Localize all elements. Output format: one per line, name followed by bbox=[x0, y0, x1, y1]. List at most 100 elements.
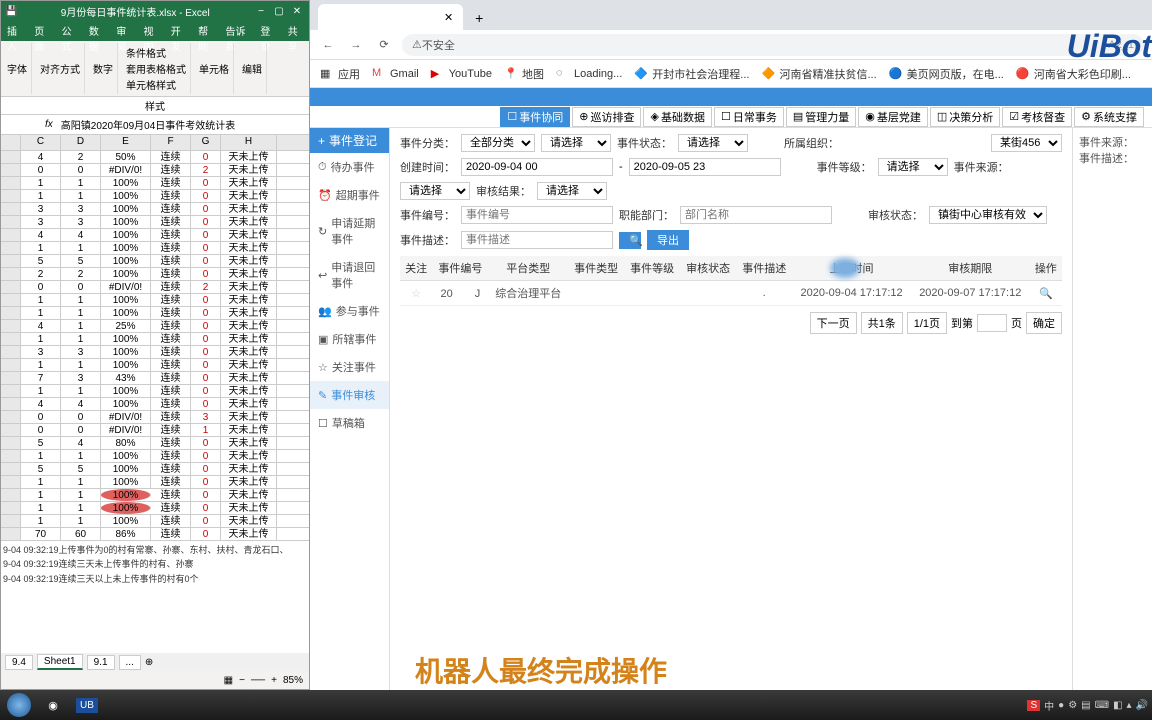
cell[interactable]: 100% bbox=[101, 502, 151, 514]
cell[interactable] bbox=[1, 515, 21, 527]
cell[interactable]: #DIV/0! bbox=[101, 424, 151, 436]
cell[interactable]: 天未上传 bbox=[221, 242, 277, 254]
star-icon[interactable]: ☆ bbox=[411, 288, 421, 300]
cell[interactable] bbox=[1, 177, 21, 189]
cell[interactable] bbox=[1, 424, 21, 436]
th-deadline[interactable]: 审核期限 bbox=[911, 256, 1030, 281]
cond-fmt[interactable]: 条件格式 bbox=[126, 45, 186, 60]
bookmark-map[interactable]: 📍地图 bbox=[504, 66, 544, 82]
col-header[interactable]: C bbox=[21, 135, 61, 150]
cell[interactable]: 连续 bbox=[151, 463, 191, 475]
cell[interactable]: 天未上传 bbox=[221, 190, 277, 202]
cell[interactable]: 0 bbox=[191, 242, 221, 254]
cell[interactable] bbox=[1, 216, 21, 228]
cell[interactable]: 3 bbox=[21, 203, 61, 215]
cell[interactable] bbox=[1, 398, 21, 410]
cell[interactable]: 1 bbox=[21, 502, 61, 514]
excel-row[interactable]: 11100%连续0天未上传 bbox=[1, 476, 309, 489]
sidebar-involved[interactable]: 👥参与事件 bbox=[310, 297, 389, 325]
cell[interactable]: 60 bbox=[61, 528, 101, 540]
cell[interactable]: 连续 bbox=[151, 164, 191, 176]
cell[interactable]: 0 bbox=[191, 463, 221, 475]
cell[interactable] bbox=[1, 242, 21, 254]
cell[interactable]: 0 bbox=[191, 320, 221, 332]
cell[interactable]: 连续 bbox=[151, 177, 191, 189]
cell[interactable]: 4 bbox=[61, 229, 101, 241]
audit-status-select[interactable]: 镇街中心审核有效 bbox=[929, 206, 1047, 224]
zoom-slider[interactable]: ── bbox=[251, 675, 265, 686]
cell[interactable]: 连续 bbox=[151, 203, 191, 215]
cell[interactable]: 1 bbox=[21, 190, 61, 202]
dept-input[interactable] bbox=[680, 206, 832, 224]
cell[interactable]: 0 bbox=[191, 476, 221, 488]
cell[interactable]: 天未上传 bbox=[221, 294, 277, 306]
tab-formulas[interactable]: 公式 bbox=[56, 21, 83, 41]
cell[interactable]: 100% bbox=[101, 229, 151, 241]
cell[interactable]: 连续 bbox=[151, 424, 191, 436]
cell[interactable]: 天未上传 bbox=[221, 528, 277, 540]
cell[interactable] bbox=[1, 411, 21, 423]
confirm-button[interactable]: 确定 bbox=[1026, 312, 1062, 334]
excel-row[interactable]: 11100%连续0天未上传 bbox=[1, 177, 309, 190]
cell[interactable]: 0 bbox=[21, 281, 61, 293]
bookmark-item[interactable]: 🔶河南省精准扶贫信... bbox=[761, 66, 876, 82]
nav-basic-data[interactable]: ◈基础数据 bbox=[643, 107, 711, 127]
tab-help[interactable]: 帮助 bbox=[192, 21, 219, 41]
cell[interactable]: 1 bbox=[21, 177, 61, 189]
fx-icon[interactable]: fx bbox=[41, 119, 57, 130]
tray-icon[interactable]: ◧ bbox=[1113, 700, 1122, 711]
cell[interactable]: 43% bbox=[101, 372, 151, 384]
cell[interactable]: 天未上传 bbox=[221, 333, 277, 345]
cell[interactable]: 0 bbox=[61, 411, 101, 423]
cell[interactable]: 天未上传 bbox=[221, 255, 277, 267]
cell[interactable] bbox=[1, 229, 21, 241]
cell[interactable]: 100% bbox=[101, 268, 151, 280]
sidebar-return[interactable]: ↩申请退回事件 bbox=[310, 253, 389, 297]
cell[interactable]: 100% bbox=[101, 515, 151, 527]
cell[interactable]: 3 bbox=[61, 203, 101, 215]
back-icon[interactable]: ← bbox=[318, 35, 338, 55]
bookmark-gmail[interactable]: MGmail bbox=[372, 67, 419, 81]
excel-row[interactable]: 44100%连续0天未上传 bbox=[1, 229, 309, 242]
cell[interactable]: 连续 bbox=[151, 528, 191, 540]
cell[interactable]: 0 bbox=[191, 177, 221, 189]
subcategory-select[interactable]: 请选择 bbox=[541, 134, 611, 152]
cell[interactable]: 1 bbox=[21, 385, 61, 397]
bookmark-item[interactable]: 🔵美页网页版，在电... bbox=[889, 66, 1004, 82]
cell[interactable]: #DIV/0! bbox=[101, 281, 151, 293]
excel-row[interactable]: 33100%连续0天未上传 bbox=[1, 346, 309, 359]
th-type[interactable]: 事件类型 bbox=[568, 256, 624, 281]
cell[interactable]: 天未上传 bbox=[221, 385, 277, 397]
cell[interactable]: 连续 bbox=[151, 333, 191, 345]
cell[interactable]: 连续 bbox=[151, 268, 191, 280]
nav-event-collab[interactable]: ☐事件协同 bbox=[500, 107, 570, 127]
cell[interactable]: 天未上传 bbox=[221, 372, 277, 384]
th-audit[interactable]: 审核状态 bbox=[680, 256, 736, 281]
excel-row[interactable]: 11100%连续0天未上传 bbox=[1, 502, 309, 515]
cell[interactable]: 连续 bbox=[151, 151, 191, 163]
number-group[interactable]: 数字 bbox=[93, 61, 113, 76]
nav-grassroots[interactable]: ◉基层党建 bbox=[858, 107, 928, 127]
col-header[interactable]: G bbox=[191, 135, 221, 150]
cell[interactable]: 0 bbox=[191, 372, 221, 384]
cell[interactable]: 连续 bbox=[151, 437, 191, 449]
cell[interactable] bbox=[1, 346, 21, 358]
cell[interactable]: 连续 bbox=[151, 359, 191, 371]
export-button[interactable]: 导出 bbox=[647, 230, 689, 250]
sidebar-audit[interactable]: ✎事件审核 bbox=[310, 381, 389, 409]
sheet-tab[interactable]: 9.1 bbox=[87, 655, 115, 670]
excel-row[interactable]: 00#DIV/0!连续2天未上传 bbox=[1, 281, 309, 294]
cell[interactable]: 50% bbox=[101, 151, 151, 163]
volume-icon[interactable]: 🔊 bbox=[1136, 700, 1148, 711]
cell[interactable] bbox=[1, 476, 21, 488]
bookmark-youtube[interactable]: ▶YouTube bbox=[431, 67, 492, 81]
cell[interactable]: 连续 bbox=[151, 489, 191, 501]
cell[interactable]: 7 bbox=[21, 372, 61, 384]
cell[interactable]: 70 bbox=[21, 528, 61, 540]
cell[interactable]: 86% bbox=[101, 528, 151, 540]
tray-icon[interactable]: ⚙ bbox=[1068, 700, 1077, 711]
excel-row[interactable]: 33100%连续0天未上传 bbox=[1, 203, 309, 216]
excel-row[interactable]: 22100%连续0天未上传 bbox=[1, 268, 309, 281]
sidebar-follow[interactable]: ☆关注事件 bbox=[310, 353, 389, 381]
cell[interactable]: 1 bbox=[21, 294, 61, 306]
